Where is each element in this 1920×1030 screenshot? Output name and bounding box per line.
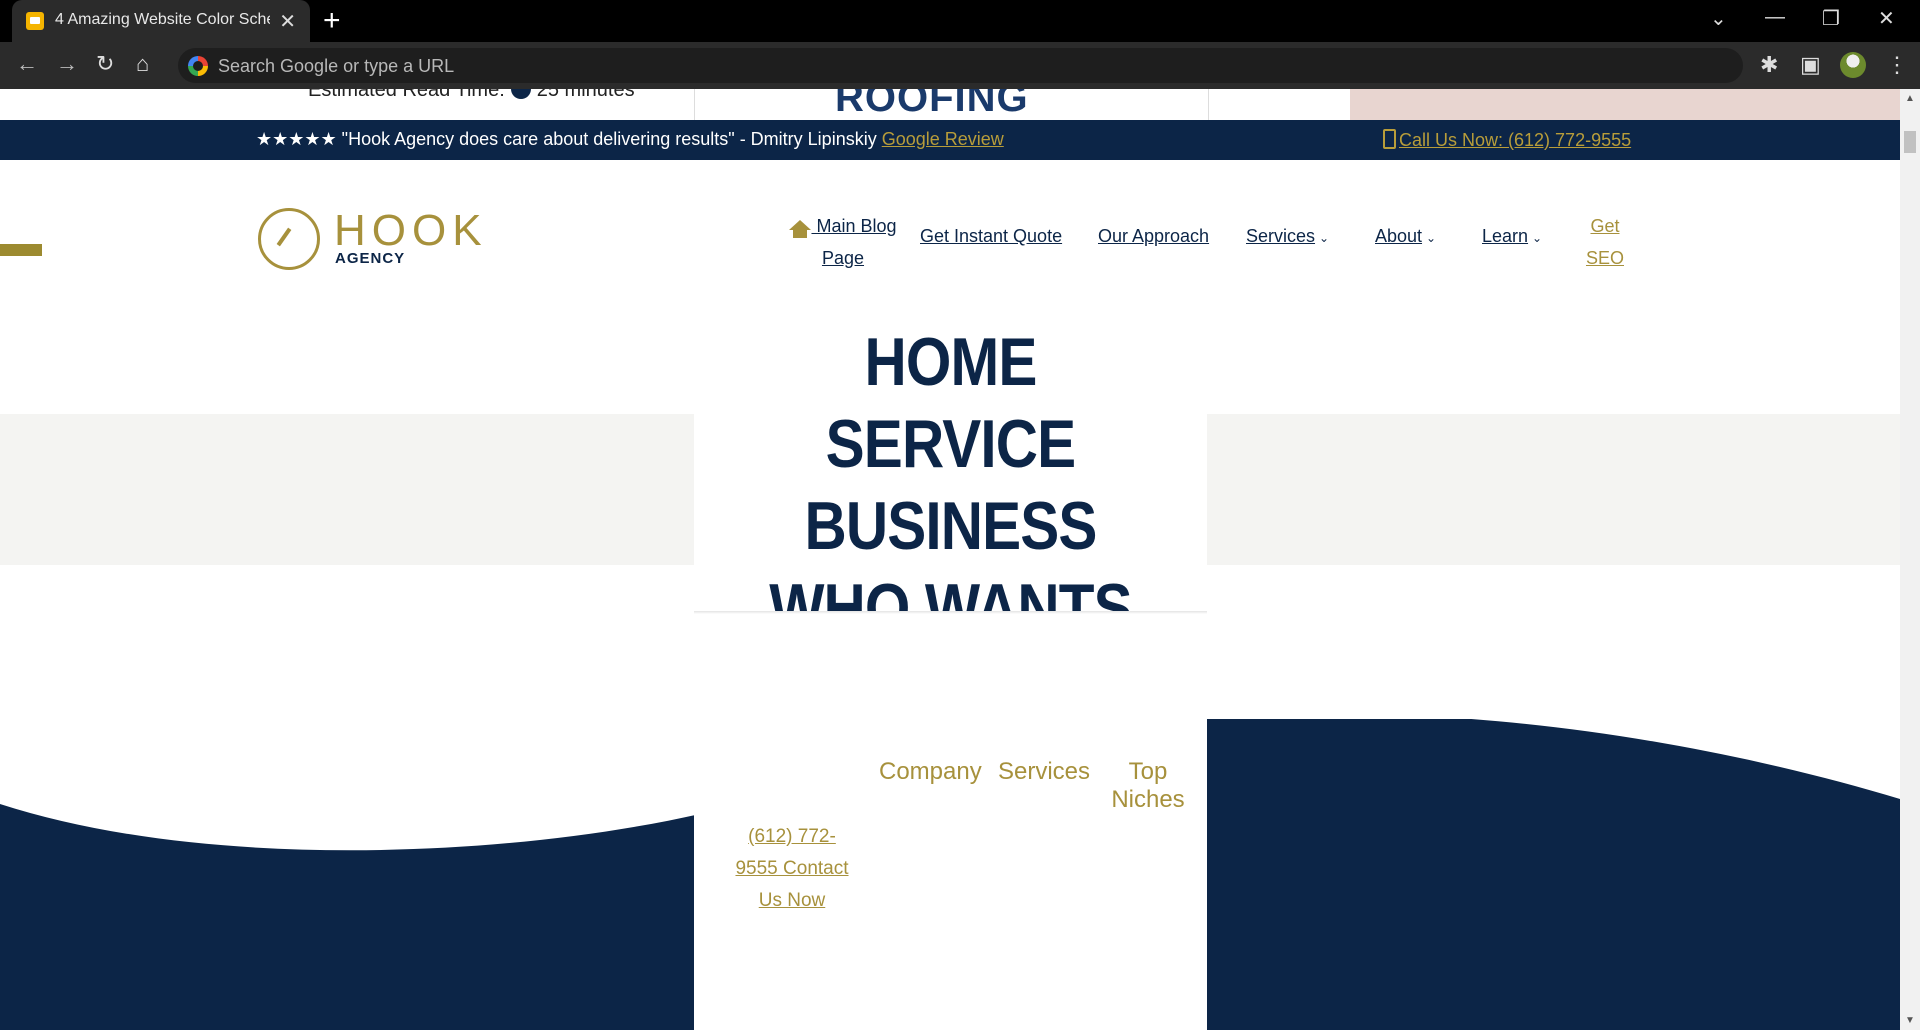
nav-get-seo-line1: Get — [1590, 216, 1620, 236]
url-input[interactable] — [216, 52, 1620, 80]
testimonial-bar: ★★★★★ "Hook Agency does care about deliv… — [0, 120, 1900, 160]
close-tab-icon[interactable]: ✕ — [279, 9, 296, 34]
pink-panel — [1350, 89, 1900, 120]
contact-line3: Us Now — [758, 890, 826, 911]
read-time-label: Estimated Read Time: — [308, 89, 505, 101]
extensions-icon[interactable]: ✱ — [1760, 52, 1778, 78]
address-bar[interactable] — [178, 48, 1743, 83]
nav-learn-label: Learn — [1482, 226, 1529, 246]
hero-line: SERVICE — [825, 406, 1077, 482]
home-icon[interactable]: ⌂ — [136, 51, 149, 77]
nav-get-seo[interactable]: Get SEO — [1580, 210, 1630, 274]
browser-toolbar: ← → ↻ ⌂ ✱ ▣ ⋮ — [0, 42, 1920, 89]
footer-top-niches-line1: Top — [1128, 758, 1168, 785]
nav-main-blog-line1: Main Blog — [816, 216, 897, 236]
tab-title: 4 Amazing Website Color Schem — [55, 11, 270, 28]
footer-top-niches-line2: Niches — [1111, 786, 1185, 813]
minimize-icon[interactable]: — — [1765, 6, 1785, 29]
restore-icon[interactable]: ❐ — [1822, 6, 1840, 31]
nav-main-blog-line2: Page — [821, 248, 865, 268]
hero-line: WHO WANTS — [769, 570, 1132, 613]
nav-learn[interactable]: Learn ⌄ — [1482, 226, 1542, 247]
testimonial: ★★★★★ "Hook Agency does care about deliv… — [256, 129, 1004, 150]
nav-instant-quote[interactable]: Get Instant Quote — [920, 226, 1062, 247]
hero-heading: HOME SERVICE BUSINESS WHO WANTS — [694, 321, 1207, 613]
menu-icon[interactable]: ⋮ — [1886, 52, 1908, 78]
footer-services[interactable]: Services — [998, 758, 1090, 786]
nav-services[interactable]: Services ⌄ — [1246, 226, 1329, 247]
logo-agency: AGENCY — [335, 250, 406, 267]
new-tab-icon[interactable]: + — [323, 4, 341, 38]
active-tab[interactable]: 4 Amazing Website Color Schem ✕ — [12, 0, 310, 42]
chevron-down-icon: ⌄ — [1532, 231, 1543, 245]
read-time-value: 25 minutes — [536, 89, 635, 101]
nav-get-seo-line2: SEO — [1585, 248, 1624, 268]
call-us-link[interactable]: Call Us Now: (612) 772-9555 — [1383, 129, 1631, 151]
reload-icon[interactable]: ↻ — [96, 51, 114, 77]
scroll-thumb[interactable] — [1904, 131, 1916, 153]
back-icon[interactable]: ← — [16, 51, 38, 77]
roofing-logo: ROOFING — [835, 89, 1029, 120]
card-divider — [694, 611, 1207, 614]
close-window-icon[interactable]: ✕ — [1878, 6, 1895, 31]
contact-line2: 9555 Contact — [735, 858, 849, 879]
hero-line: HOME — [864, 324, 1038, 400]
google-review-link[interactable]: Google Review — [882, 129, 1004, 149]
roofing-academy-card: ROOFING — [694, 89, 1209, 122]
contact-us-link[interactable]: (612) 772- 9555 Contact Us Now — [732, 821, 852, 917]
logo-hook: HOOK — [334, 206, 488, 255]
nav-about-label: About — [1375, 226, 1423, 246]
profile-avatar[interactable] — [1840, 52, 1866, 78]
contact-line1: (612) 772- — [748, 826, 836, 847]
forward-icon[interactable]: → — [56, 51, 78, 77]
web-page: Estimated Read Time: 25 minutes ROOFING ★… — [0, 89, 1900, 1030]
hero-line: BUSINESS — [804, 488, 1097, 564]
tab-search-icon[interactable]: ⌄ — [1710, 6, 1727, 31]
tab-strip: 4 Amazing Website Color Schem ✕ + ⌄ — ❐ … — [0, 0, 1920, 42]
testimonial-text: ★★★★★ "Hook Agency does care about deliv… — [256, 129, 877, 149]
footer-top-niches[interactable]: Top Niches — [1108, 758, 1188, 814]
nav-our-approach[interactable]: Our Approach — [1098, 226, 1209, 247]
house-icon — [789, 220, 812, 238]
nav-about[interactable]: About ⌄ — [1375, 226, 1436, 247]
read-time: Estimated Read Time: 25 minutes — [308, 89, 635, 102]
scroll-up-icon[interactable]: ▲ — [1905, 93, 1915, 104]
chevron-down-icon: ⌄ — [1426, 231, 1437, 245]
nav-main-blog[interactable]: Main Blog Page — [783, 210, 903, 274]
page-scrollbar[interactable]: ▲ ▼ — [1900, 89, 1920, 1030]
google-icon — [188, 56, 208, 76]
footer-company[interactable]: Company — [879, 758, 982, 786]
side-panel-icon[interactable]: ▣ — [1800, 52, 1821, 78]
clock-icon — [510, 89, 531, 99]
hook-logo-icon — [258, 208, 320, 270]
chevron-down-icon: ⌄ — [1319, 231, 1330, 245]
nav-services-label: Services — [1246, 226, 1316, 246]
gold-accent — [0, 244, 42, 256]
site-header: HOOK AGENCY Main Blog Page Get Instant Qu… — [0, 160, 1900, 320]
content-card: HOME SERVICE BUSINESS WHO WANTS Company … — [694, 321, 1207, 1030]
call-us-text: Call Us Now: (612) 772-9555 — [1399, 130, 1632, 150]
slides-favicon-icon — [26, 12, 44, 30]
phone-icon — [1383, 129, 1396, 149]
scroll-down-icon[interactable]: ▼ — [1905, 1015, 1915, 1026]
